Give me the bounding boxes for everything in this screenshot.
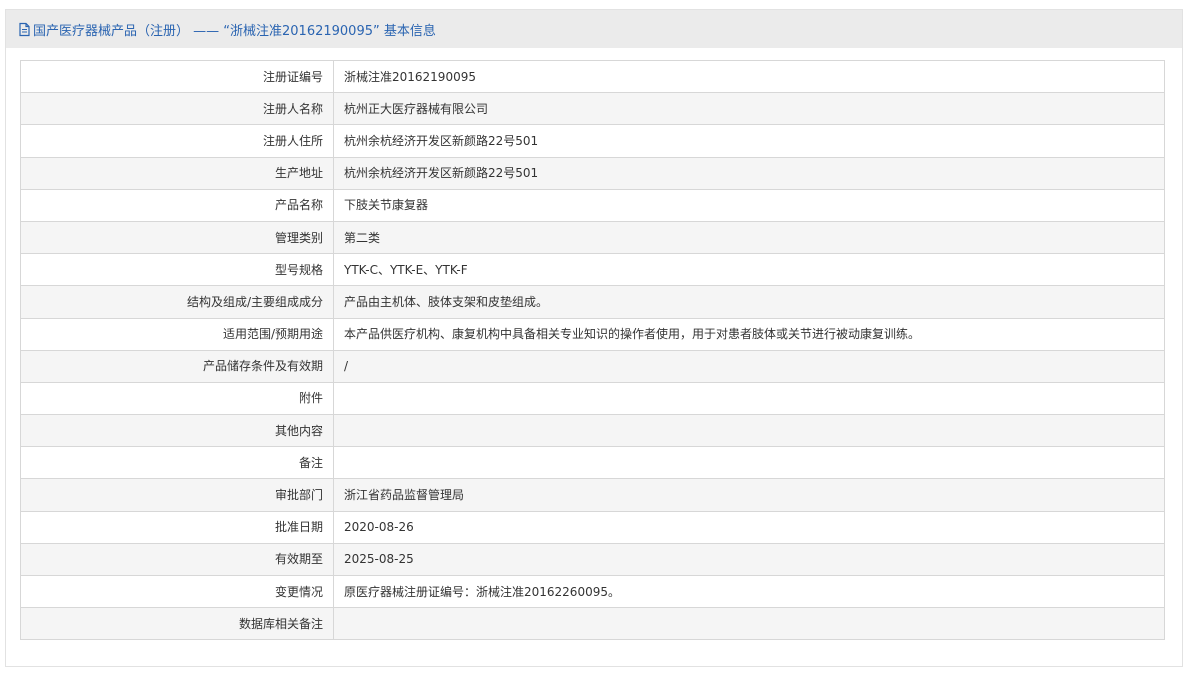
table-row: 管理类别 第二类: [20, 220, 1165, 255]
row-value: 杭州正大医疗器械有限公司: [333, 92, 1165, 126]
row-label: 注册证编号: [20, 59, 334, 94]
row-value: [333, 446, 1165, 480]
row-value: 第二类: [333, 220, 1165, 255]
panel-header: 国产医疗器械产品（注册） —— “浙械注准20162190095” 基本信息: [6, 10, 1182, 48]
document-icon: [18, 22, 31, 37]
table-row: 附件: [20, 381, 1165, 416]
row-value: /: [333, 349, 1165, 383]
row-value: YTK-C、YTK-E、YTK-F: [333, 253, 1165, 287]
row-label: 产品名称: [20, 188, 334, 222]
row-value: 杭州余杭经济开发区新颜路22号501: [333, 124, 1165, 158]
page-title: 国产医疗器械产品（注册） —— “浙械注准20162190095” 基本信息: [33, 23, 436, 39]
row-value: [333, 381, 1165, 416]
row-label: 变更情况: [20, 574, 334, 609]
table-row: 注册人名称 杭州正大医疗器械有限公司: [20, 92, 1165, 126]
row-label: 结构及组成/主要组成成分: [20, 285, 334, 319]
info-table: 注册证编号 浙械注准20162190095 注册人名称 杭州正大医疗器械有限公司 注…: [20, 59, 1165, 641]
row-value: 2020-08-26: [333, 510, 1165, 544]
row-label: 其他内容: [20, 414, 334, 448]
row-label: 产品储存条件及有效期: [20, 349, 334, 383]
row-label: 附件: [20, 381, 334, 416]
row-label: 数据库相关备注: [20, 607, 334, 641]
row-value: 杭州余杭经济开发区新颜路22号501: [333, 156, 1165, 190]
table-row: 备注: [20, 446, 1165, 480]
table-row: 变更情况 原医疗器械注册证编号：浙械注准20162260095。: [20, 574, 1165, 609]
row-label: 型号规格: [20, 253, 334, 287]
row-label: 管理类别: [20, 220, 334, 255]
row-value: 浙械注准20162190095: [333, 59, 1165, 94]
row-value: [333, 414, 1165, 448]
table-row: 结构及组成/主要组成成分 产品由主机体、肢体支架和皮垫组成。: [20, 285, 1165, 319]
row-label: 生产地址: [20, 156, 334, 190]
row-label: 批准日期: [20, 510, 334, 544]
table-row: 适用范围/预期用途 本产品供医疗机构、康复机构中具备相关专业知识的操作者使用，用于…: [20, 317, 1165, 351]
table-row: 有效期至 2025-08-25: [20, 542, 1165, 577]
row-label: 备注: [20, 446, 334, 480]
table-row: 其他内容: [20, 414, 1165, 448]
row-value: 2025-08-25: [333, 542, 1165, 577]
table-row: 批准日期 2020-08-26: [20, 510, 1165, 544]
table-row: 注册证编号 浙械注准20162190095: [20, 59, 1165, 94]
row-value: 产品由主机体、肢体支架和皮垫组成。: [333, 285, 1165, 319]
table-row: 型号规格 YTK-C、YTK-E、YTK-F: [20, 253, 1165, 287]
info-panel: 国产医疗器械产品（注册） —— “浙械注准20162190095” 基本信息 注…: [5, 9, 1183, 667]
row-label: 注册人住所: [20, 124, 334, 158]
row-label: 审批部门: [20, 478, 334, 512]
table-row: 生产地址 杭州余杭经济开发区新颜路22号501: [20, 156, 1165, 190]
row-value: 下肢关节康复器: [333, 188, 1165, 222]
row-label: 有效期至: [20, 542, 334, 577]
table-row: 审批部门 浙江省药品监督管理局: [20, 478, 1165, 512]
row-value: 原医疗器械注册证编号：浙械注准20162260095。: [333, 574, 1165, 609]
row-label: 注册人名称: [20, 92, 334, 126]
row-label: 适用范围/预期用途: [20, 317, 334, 351]
row-value: 本产品供医疗机构、康复机构中具备相关专业知识的操作者使用，用于对患者肢体或关节进…: [333, 317, 1165, 351]
table-row: 数据库相关备注: [20, 607, 1165, 641]
table-row: 产品储存条件及有效期 /: [20, 349, 1165, 383]
row-value: [333, 607, 1165, 641]
row-value: 浙江省药品监督管理局: [333, 478, 1165, 512]
table-row: 产品名称 下肢关节康复器: [20, 188, 1165, 222]
table-row: 注册人住所 杭州余杭经济开发区新颜路22号501: [20, 124, 1165, 158]
